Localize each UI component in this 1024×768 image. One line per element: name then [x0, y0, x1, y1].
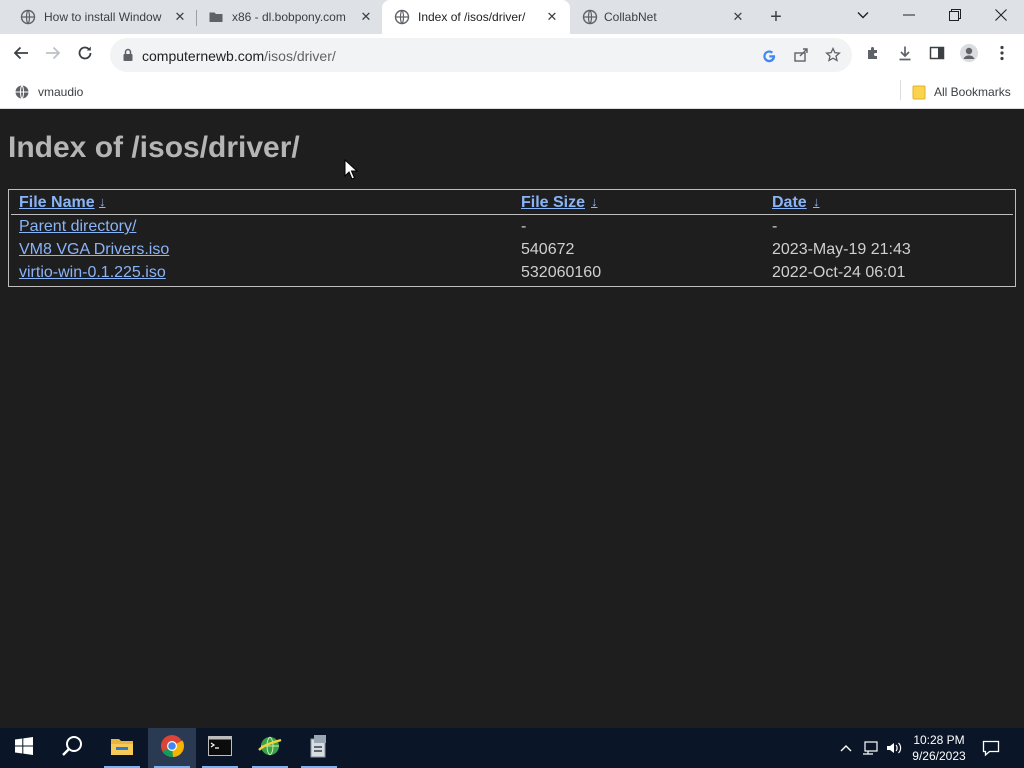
restore-icon[interactable]: [932, 0, 978, 30]
show-hidden-icons-chevron-icon[interactable]: [836, 738, 856, 758]
menu-button[interactable]: [990, 42, 1014, 68]
close-tab-icon[interactable]: ✕: [544, 9, 560, 25]
google-translate-icon[interactable]: [760, 46, 778, 64]
bookmark-label: vmaudio: [38, 85, 84, 99]
all-bookmarks-button[interactable]: All Bookmarks: [912, 82, 1011, 102]
search-button[interactable]: [48, 728, 96, 768]
installer-icon: [308, 734, 330, 763]
bookmarks-separator: [900, 80, 901, 100]
sort-arrow-icon[interactable]: ↓: [591, 194, 598, 209]
tab-index-isos-driver[interactable]: Index of /isos/driver/ ✕: [382, 0, 570, 34]
avatar: [959, 43, 979, 68]
terminal-icon: [208, 735, 232, 761]
file-size: -: [521, 218, 527, 235]
tab-title: CollabNet: [604, 10, 657, 24]
tab-how-to-install[interactable]: How to install Window ✕: [8, 0, 196, 34]
tab-title: x86 - dl.bobpony.com: [232, 10, 346, 24]
file-link-vm8-vga-drivers[interactable]: VM8 VGA Drivers.iso: [19, 241, 169, 259]
file-size: 540672: [521, 241, 575, 258]
share-icon[interactable]: [792, 46, 810, 64]
file-date: 2023-May-19 21:43: [772, 241, 911, 258]
start-icon: [15, 736, 33, 760]
column-header-file-name[interactable]: File Name: [19, 194, 95, 212]
volume-icon[interactable]: [884, 738, 904, 758]
puzzle-icon: [865, 45, 881, 66]
network-app-button[interactable]: [246, 728, 294, 768]
forward-button[interactable]: [40, 42, 66, 68]
address-bar[interactable]: computernewb.com/isos/driver/: [110, 38, 852, 72]
tab-collabnet[interactable]: CollabNet ✕: [570, 0, 754, 34]
url-text[interactable]: computernewb.com/isos/driver/: [142, 48, 336, 64]
terminal-button[interactable]: [196, 728, 244, 768]
system-clock[interactable]: 10:28 PM 9/26/2023: [908, 732, 970, 764]
folder-icon: [208, 9, 224, 25]
network-globe-icon: [257, 734, 283, 763]
clock-time: 10:28 PM: [913, 733, 965, 747]
bookmarks-bar: vmaudio All Bookmarks: [0, 76, 1024, 109]
network-icon[interactable]: [860, 738, 880, 758]
close-tab-icon[interactable]: ✕: [730, 9, 746, 25]
column-header-file-size[interactable]: File Size: [521, 194, 585, 212]
chrome-icon: [160, 734, 184, 763]
downloads-button[interactable]: [892, 42, 918, 68]
windows-taskbar: 10:28 PM 9/26/2023: [0, 728, 1024, 768]
directory-listing-table: File Name ↓ File Size ↓ Date ↓ Parent di…: [8, 189, 1016, 287]
tab-x86-bobpony[interactable]: x86 - dl.bobpony.com ✕: [196, 0, 382, 34]
globe-icon: [14, 84, 30, 100]
bookmark-star-icon[interactable]: [824, 46, 842, 64]
kebab-menu-icon: [1000, 45, 1004, 66]
file-explorer-button[interactable]: [98, 728, 146, 768]
profile-button[interactable]: [956, 42, 982, 68]
sort-arrow-icon[interactable]: ↓: [99, 194, 106, 209]
installer-button[interactable]: [295, 728, 343, 768]
side-panel-icon: [929, 45, 945, 66]
notifications-icon[interactable]: [981, 738, 1001, 758]
file-link-parent-directory[interactable]: Parent directory/: [19, 218, 136, 236]
column-header-date[interactable]: Date: [772, 194, 807, 212]
new-tab-button[interactable]: +: [764, 5, 788, 29]
url-host: computernewb.com: [142, 48, 265, 64]
arrow-left-icon: [13, 45, 29, 66]
tab-title: How to install Window: [44, 10, 162, 24]
folder-icon: [912, 84, 926, 100]
file-size: 532060160: [521, 264, 602, 281]
side-panel-button[interactable]: [924, 42, 950, 68]
reload-icon: [77, 45, 93, 66]
globe-icon: [582, 9, 598, 25]
download-icon: [897, 45, 913, 66]
url-path: /isos/driver/: [264, 48, 336, 64]
page-title: Index of /isos/driver/: [8, 131, 300, 164]
sort-arrow-icon[interactable]: ↓: [813, 194, 820, 209]
file-link-virtio-win[interactable]: virtio-win-0.1.225.iso: [19, 264, 166, 282]
tab-search-chevron-icon[interactable]: [840, 0, 886, 30]
reload-button[interactable]: [72, 42, 98, 68]
tab-title: Index of /isos/driver/: [418, 10, 526, 24]
minimize-icon[interactable]: [886, 0, 932, 30]
file-date: -: [772, 218, 778, 235]
mouse-cursor-icon: [344, 158, 359, 181]
clock-date: 9/26/2023: [912, 749, 966, 763]
chrome-button[interactable]: [148, 728, 196, 768]
globe-icon: [20, 9, 36, 25]
close-window-icon[interactable]: [978, 0, 1024, 30]
all-bookmarks-label: All Bookmarks: [934, 85, 1011, 99]
header-divider: [11, 214, 1013, 215]
close-tab-icon[interactable]: ✕: [172, 9, 188, 25]
file-explorer-icon: [110, 736, 134, 761]
globe-icon: [394, 9, 410, 25]
bookmark-vmaudio[interactable]: vmaudio: [14, 82, 83, 102]
lock-icon[interactable]: [120, 47, 136, 63]
search-icon: [61, 735, 83, 762]
file-date: 2022-Oct-24 06:01: [772, 264, 906, 281]
arrow-right-icon: [45, 45, 61, 66]
close-tab-icon[interactable]: ✕: [358, 9, 374, 25]
back-button[interactable]: [8, 42, 34, 68]
tab-strip: How to install Window ✕ x86 - dl.bobpony…: [0, 0, 1024, 34]
start-button[interactable]: [0, 728, 48, 768]
extensions-button[interactable]: [860, 42, 886, 68]
page-content: Index of /isos/driver/ File Name ↓ File …: [0, 109, 1024, 728]
